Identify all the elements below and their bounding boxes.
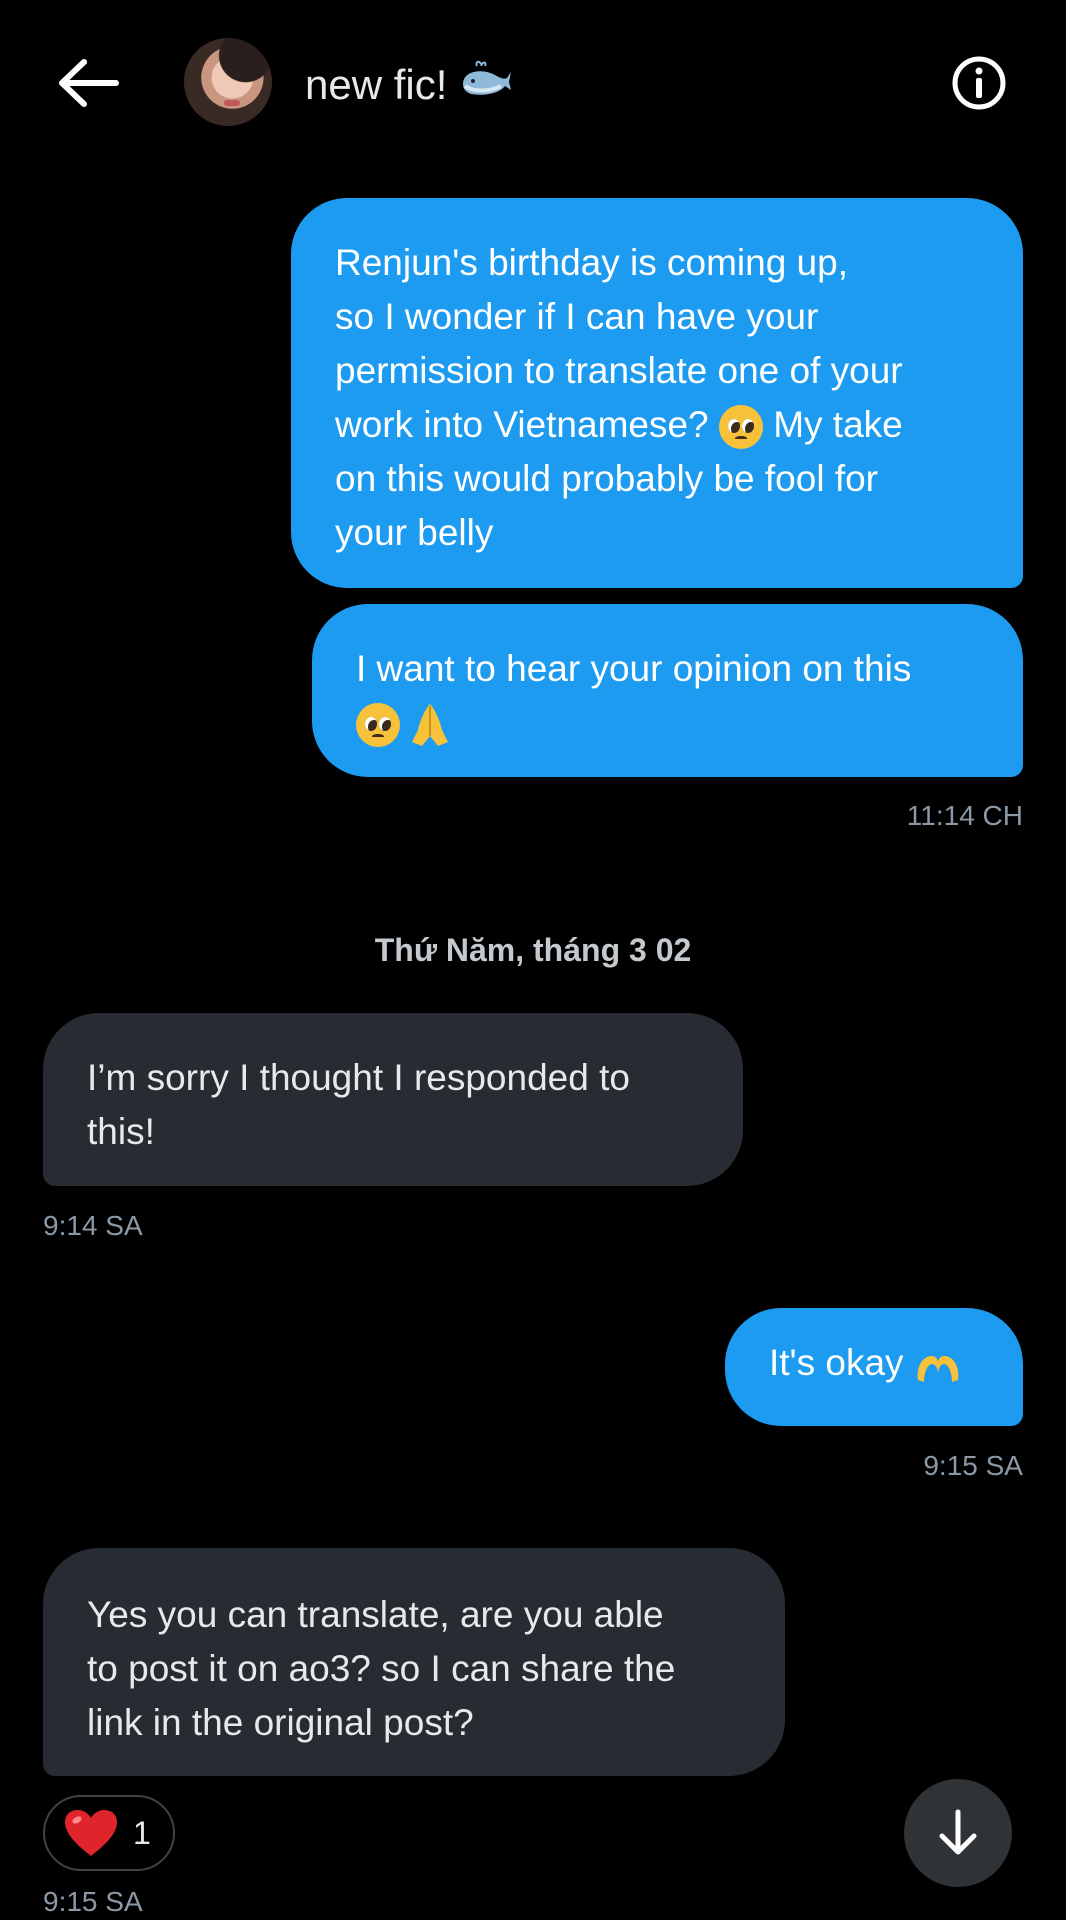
message-timestamp: 9:15 SA <box>923 1450 1023 1481</box>
message-text: My take <box>773 404 903 445</box>
message-text: to post it on ao3? so I can share the <box>87 1648 676 1689</box>
message-text: I want to hear your opinion on this <box>356 648 912 689</box>
heart-hands-icon <box>914 1347 962 1383</box>
heart-icon <box>65 1810 117 1856</box>
avatar[interactable] <box>184 38 272 126</box>
outgoing-message-bubble[interactable]: I want to hear your opinion on this <box>312 604 1023 777</box>
back-button[interactable] <box>58 58 122 108</box>
arrow-down-icon <box>939 1809 977 1855</box>
message-timestamp: 9:14 SA <box>43 1210 143 1241</box>
conversation-title[interactable]: new fic! <box>305 60 513 110</box>
incoming-message-bubble[interactable]: I’m sorry I thought I responded to this! <box>43 1013 743 1186</box>
message-timestamp: 9:15 SA <box>43 1886 143 1917</box>
message-text: permission to translate one of your <box>335 350 903 391</box>
message-text: your belly <box>335 512 494 553</box>
message-text: link in the original post? <box>87 1702 474 1743</box>
outgoing-message-bubble[interactable]: Renjun's birthday is coming up, so I won… <box>291 198 1023 588</box>
message-text: It's okay <box>769 1342 904 1383</box>
pleading-face-icon <box>356 703 400 748</box>
message-text-line: It's okay <box>769 1336 979 1390</box>
message-text: on this would probably be fool for <box>335 458 879 499</box>
message-text: this! <box>87 1111 155 1152</box>
message-text: Yes you can translate, are you able <box>87 1594 664 1635</box>
conversation-title-text: new fic! <box>305 61 448 108</box>
reaction-pill[interactable]: 1 <box>43 1795 175 1871</box>
dm-conversation-screen: new fic! Renjun's birthday is coming up,… <box>0 0 1066 1920</box>
folded-hands-icon <box>410 702 450 748</box>
message-text-line: work into Vietnamese? My take <box>335 398 979 452</box>
reaction-count: 1 <box>133 1814 151 1851</box>
info-button[interactable] <box>951 55 1007 111</box>
message-text: work into Vietnamese? <box>335 404 709 445</box>
date-separator: Thứ Năm, tháng 3 02 <box>374 932 692 968</box>
arrow-left-icon <box>59 59 119 107</box>
incoming-message-bubble[interactable]: Yes you can translate, are you able to p… <box>43 1548 785 1776</box>
pleading-face-icon <box>718 405 763 450</box>
message-text: I’m sorry I thought I responded to <box>87 1057 630 1098</box>
scroll-to-bottom-button[interactable] <box>904 1779 1012 1887</box>
whale-icon <box>459 60 513 110</box>
outgoing-message-bubble[interactable]: It's okay <box>725 1308 1023 1426</box>
message-text: Renjun's birthday is coming up, <box>335 242 848 283</box>
message-emoji-line <box>356 696 979 750</box>
message-timestamp: 11:14 CH <box>906 800 1023 831</box>
info-icon <box>952 56 1006 110</box>
message-text: so I wonder if I can have your <box>335 296 819 337</box>
